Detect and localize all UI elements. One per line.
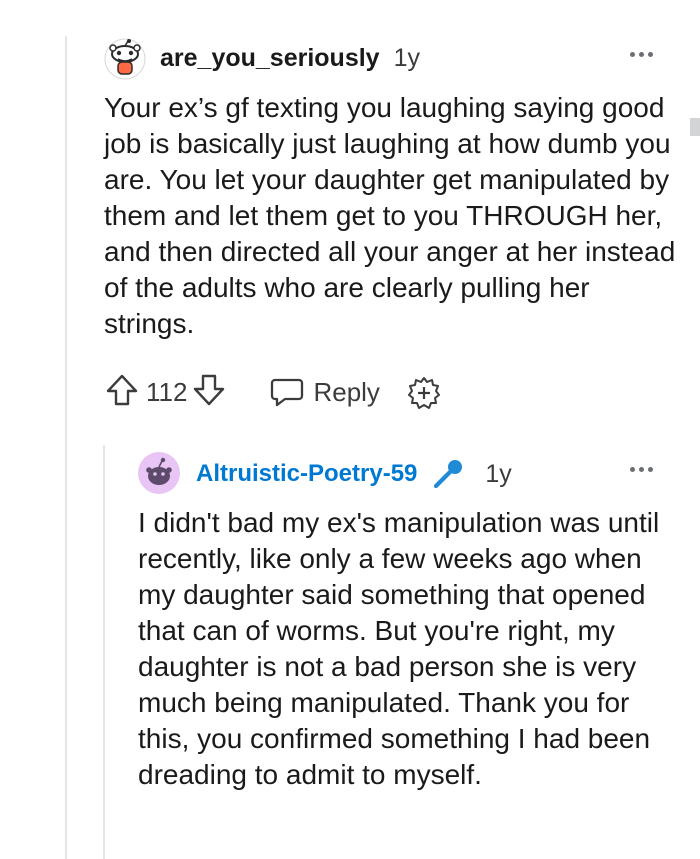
comment-username[interactable]: are_you_seriously <box>160 44 380 73</box>
thread-line-inner <box>103 445 105 859</box>
vote-controls: 112 <box>104 372 227 413</box>
thread-line-outer <box>65 36 67 859</box>
upvote-arrow-icon[interactable] <box>104 372 140 413</box>
downvote-arrow-icon[interactable] <box>191 372 227 413</box>
reply-button[interactable]: Reply <box>269 372 380 413</box>
reply-age: 1y <box>485 459 512 488</box>
reply-bubble-icon <box>269 372 305 413</box>
reply-username[interactable]: Altruistic-Poetry-59 <box>196 460 417 488</box>
comment-body: Your ex’s gf texting you laughing saying… <box>104 92 676 339</box>
avatar-snoo-icon[interactable] <box>104 38 146 80</box>
vote-count: 112 <box>146 377 188 407</box>
comment-actions: 112 Reply <box>104 372 442 413</box>
award-plus-icon[interactable] <box>406 375 442 411</box>
comment-header: are_you_seriously 1y <box>160 42 420 74</box>
scroll-indicator <box>690 118 700 136</box>
reply-header: Altruistic-Poetry-59 1y <box>196 458 512 490</box>
microphone-icon <box>431 457 465 491</box>
reply-more-options-icon[interactable] <box>630 467 653 472</box>
more-options-icon[interactable] <box>630 52 653 57</box>
comment-age: 1y <box>393 43 420 72</box>
reply-body: I didn't bad my ex's manipulation was un… <box>138 507 660 790</box>
reply-avatar-snoo-icon[interactable] <box>138 452 180 494</box>
reply-label: Reply <box>313 377 380 407</box>
